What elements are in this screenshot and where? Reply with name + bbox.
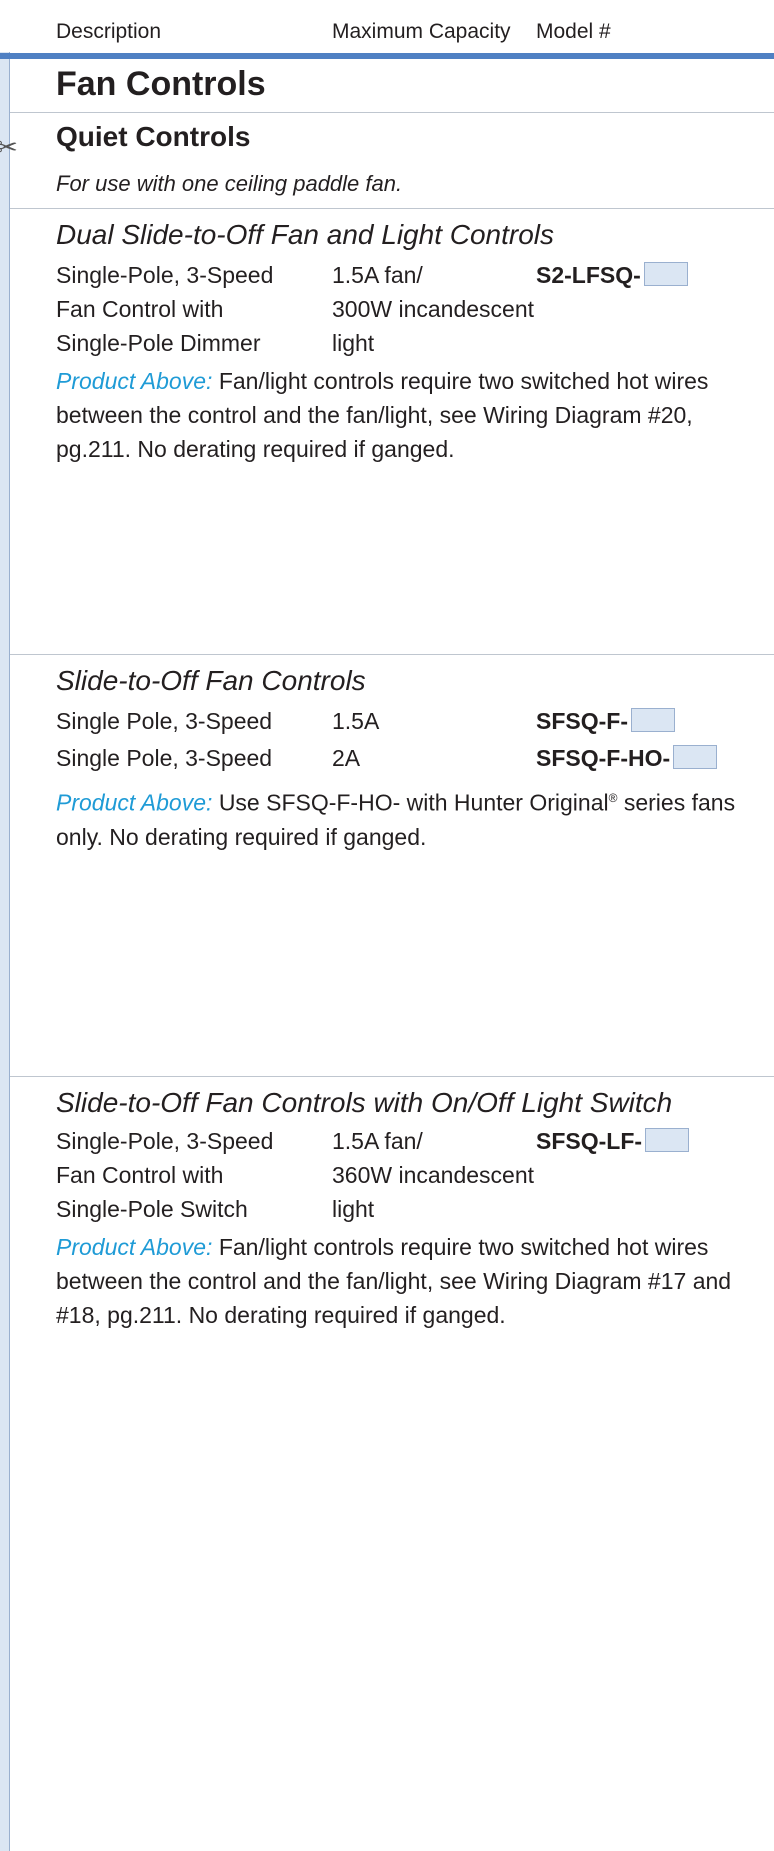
header-model: Model #	[536, 20, 611, 43]
row-model: SFSQ-F-	[536, 704, 675, 738]
row-description: Fan Control with	[56, 296, 224, 322]
row-model: S2-LFSQ-	[536, 258, 688, 292]
row-capacity: light	[332, 330, 375, 356]
model-number: SFSQ-LF-	[536, 1128, 643, 1154]
divider	[10, 112, 774, 113]
section-title: Slide-to-Off Fan Controls with On/Off Li…	[56, 1087, 673, 1118]
row-description: Single-Pole Dimmer	[56, 330, 261, 356]
product-above-label: Product Above:	[56, 1234, 213, 1260]
section-title: Slide-to-Off Fan Controls	[56, 665, 366, 696]
row-model: SFSQ-LF-	[536, 1124, 690, 1158]
header-description: Description	[56, 20, 162, 43]
row-capacity: 360W incandescent	[332, 1162, 535, 1188]
product-note: Product Above: Use SFSQ-F-HO- with Hunte…	[56, 781, 756, 854]
color-code-box	[631, 708, 675, 732]
left-sidebar-strip	[0, 0, 10, 1851]
row-capacity: 1.5A fan/	[332, 1128, 423, 1154]
row-capacity: 300W incandescent	[332, 296, 535, 322]
row-description: Fan Control with	[56, 1162, 224, 1188]
subsection-title: Quiet Controls	[56, 121, 251, 152]
row-description: Single-Pole, 3-Speed	[56, 1128, 274, 1154]
color-code-box	[673, 745, 718, 769]
model-number: S2-LFSQ-	[536, 262, 641, 288]
section-title: Dual Slide-to-Off Fan and Light Controls	[56, 219, 555, 250]
row-description: Single-Pole Switch	[56, 1196, 248, 1222]
row-capacity: 2A	[332, 745, 361, 771]
color-code-box	[645, 1128, 690, 1152]
product-note: Product Above: Fan/light controls requir…	[56, 364, 756, 466]
model-number: SFSQ-F-HO-	[536, 745, 671, 771]
product-note: Product Above: Fan/light controls requir…	[56, 1230, 756, 1332]
color-code-box	[643, 262, 688, 286]
scissors-icon: ✂	[0, 132, 18, 162]
row-description: Single Pole, 3-Speed	[56, 745, 273, 771]
row-capacity: light	[332, 1196, 375, 1222]
divider	[10, 1076, 774, 1077]
row-model: SFSQ-F-HO-	[536, 741, 718, 775]
subsection-note: For use with one ceiling paddle fan.	[56, 171, 403, 196]
product-above-label: Product Above:	[56, 789, 213, 816]
header-accent-rule	[0, 53, 774, 59]
product-above-label: Product Above:	[56, 368, 213, 394]
header-capacity: Maximum Capacity	[332, 20, 511, 43]
page-title: Fan Controls	[56, 65, 266, 103]
model-number: SFSQ-F-	[536, 708, 628, 734]
row-description: Single Pole, 3-Speed	[56, 708, 273, 734]
row-description: Single-Pole, 3-Speed	[56, 262, 274, 288]
row-capacity: 1.5A	[332, 708, 380, 734]
product-note-text: Use SFSQ-F-HO- with Hunter Original	[218, 789, 609, 816]
row-capacity: 1.5A fan/	[332, 262, 423, 288]
divider	[10, 654, 774, 655]
column-header: Description Maximum Capacity Model #	[0, 0, 774, 56]
divider	[10, 208, 774, 209]
